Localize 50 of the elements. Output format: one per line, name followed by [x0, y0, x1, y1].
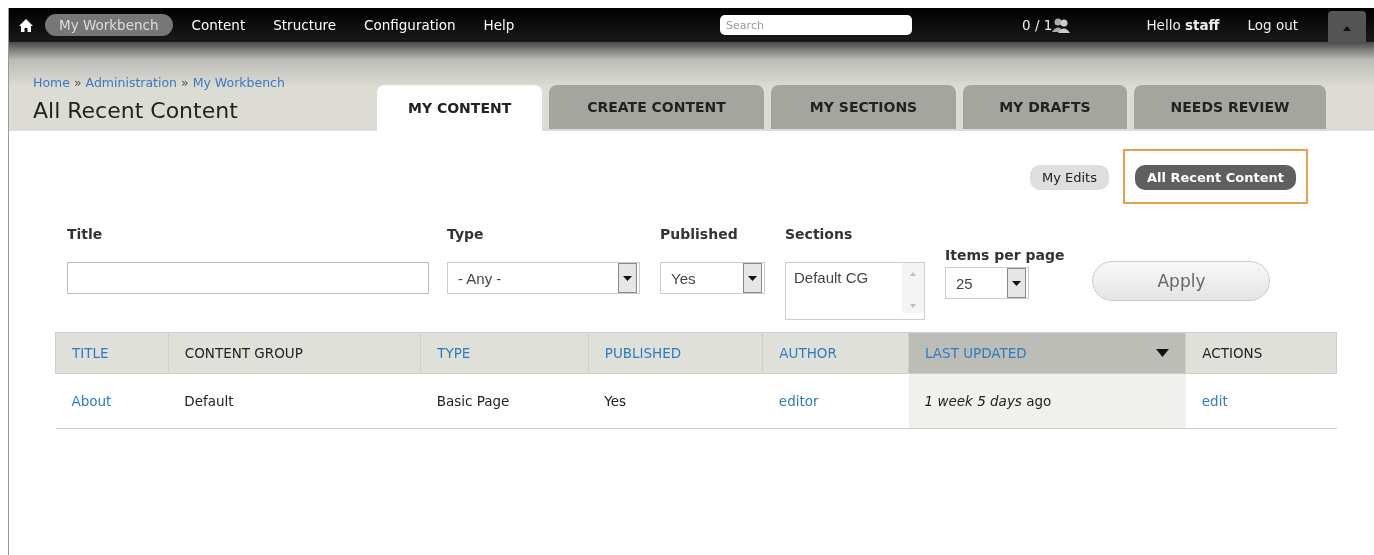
table-cell: Yes	[604, 393, 627, 409]
toolbar-menu-item[interactable]: Help	[474, 14, 524, 36]
view-toggle[interactable]: My Edits	[1029, 165, 1109, 190]
table-cell: 1 week 5 days ago	[924, 393, 1052, 409]
users-icon	[1052, 17, 1071, 33]
sort-caret-icon	[1156, 349, 1170, 357]
title-input[interactable]	[67, 262, 429, 294]
table-cell: Basic Page	[436, 393, 510, 409]
table-link[interactable]: edit	[1201, 393, 1228, 409]
apply-button[interactable]: Apply	[1092, 261, 1271, 301]
select-field[interactable]: - Any -	[447, 262, 640, 294]
table-link[interactable]: editor	[778, 393, 819, 409]
tab[interactable]: MY CONTENT	[377, 85, 543, 131]
toolbar-menu-item[interactable]: Structure	[264, 14, 346, 36]
logout-link[interactable]: Log out	[1247, 17, 1298, 33]
sections-listbox[interactable]: Default CG	[785, 262, 925, 320]
select-field[interactable]: Yes	[660, 262, 765, 294]
column-header[interactable]: TYPE	[420, 332, 589, 374]
column-header[interactable]: PUBLISHED	[588, 332, 763, 374]
caret-icon	[1343, 25, 1351, 31]
select-field[interactable]: 25	[945, 267, 1029, 299]
view-toggle[interactable]: All Recent Content	[1134, 165, 1296, 190]
page-title: All Recent Content	[33, 98, 239, 123]
breadcrumb-link[interactable]: Administration	[85, 75, 178, 90]
column-header: CONTENT GROUP	[168, 332, 421, 374]
toolbar-menu-item[interactable]: Content	[182, 14, 255, 36]
table-link[interactable]: About	[71, 393, 112, 409]
filter-label: Title	[67, 226, 104, 242]
filter-label: Sections	[785, 226, 854, 242]
tab[interactable]: CREATE CONTENT	[549, 85, 764, 129]
toolbar-menu-item[interactable]: Configuration	[355, 14, 465, 36]
search-field[interactable]: Search	[720, 15, 913, 35]
breadcrumb-separator: »	[181, 75, 189, 90]
table-cell: Default	[184, 393, 234, 409]
user-counter: 0 / 1	[1022, 17, 1053, 33]
column-header[interactable]: AUTHOR	[762, 332, 909, 374]
tab[interactable]: MY SECTIONS	[770, 85, 957, 129]
breadcrumb-separator: »	[73, 75, 82, 90]
filter-label: Type	[447, 226, 485, 242]
tab[interactable]: MY DRAFTS	[963, 85, 1127, 129]
column-header: ACTIONS	[1185, 332, 1337, 374]
greeting: Hello staff	[1146, 17, 1220, 33]
scrollbar-icon	[902, 263, 924, 313]
column-header[interactable]: TITLE	[55, 332, 169, 374]
toggle-button[interactable]	[1328, 11, 1366, 45]
filter-label: Items per page	[945, 247, 1065, 263]
filter-label: Published	[660, 226, 739, 242]
toolbar-menu-item[interactable]: My Workbench	[45, 14, 173, 36]
home-icon[interactable]	[19, 18, 33, 32]
tab[interactable]: NEEDS REVIEW	[1133, 85, 1327, 129]
